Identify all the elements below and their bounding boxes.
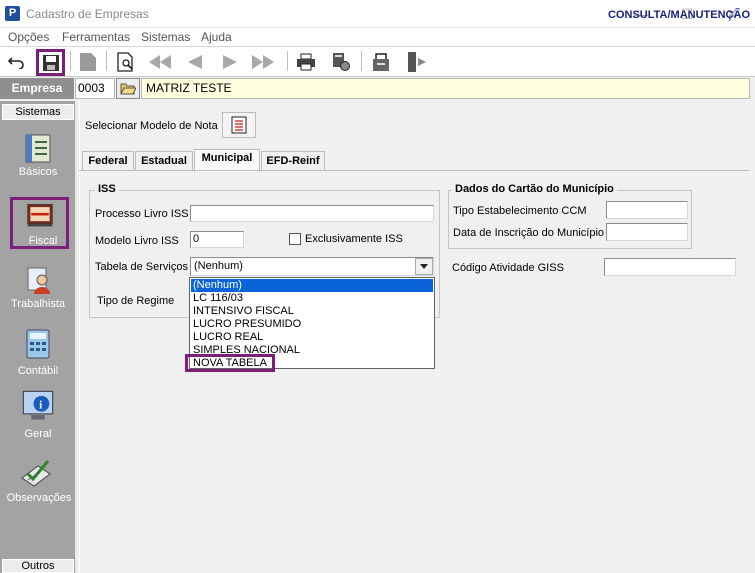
tab-efd-reinf[interactable]: EFD-Reinf	[261, 151, 325, 171]
worker-icon	[27, 267, 50, 294]
dropdown-arrow-button[interactable]	[415, 258, 433, 275]
toolbar-separator	[287, 51, 288, 71]
nova-tabela-highlight	[185, 354, 275, 372]
dropdown-option[interactable]: LUCRO REAL	[191, 331, 433, 344]
config-icon[interactable]	[329, 50, 353, 74]
next-record-icon[interactable]	[218, 50, 242, 74]
sidebar-header: Sistemas	[2, 104, 74, 120]
sidebar-item-label: Observações	[6, 492, 72, 504]
codigo-giss-label: Código Atividade GISS	[452, 262, 564, 274]
sidebar-item-fiscal[interactable]: Fiscal	[10, 197, 69, 249]
ledger-icon	[27, 204, 53, 227]
menu-ajuda[interactable]: Ajuda	[201, 30, 232, 44]
sidebar-item-label: Geral	[24, 428, 52, 440]
last-record-icon[interactable]	[251, 50, 275, 74]
data-inscricao-label: Data de Inscrição do Município	[453, 227, 605, 239]
exclusivamente-iss-label: Exclusivamente ISS	[305, 233, 403, 245]
empresa-name-field[interactable]: MATRIZ TESTE	[141, 78, 750, 99]
notes-check-icon	[21, 460, 51, 487]
sidebar-item-label: Básicos	[18, 166, 58, 178]
sidebar-footer-outros[interactable]: Outros	[2, 559, 74, 573]
processo-livro-field[interactable]	[190, 205, 434, 222]
tipo-estabelecimento-field[interactable]	[606, 201, 688, 219]
tab-municipal[interactable]: Municipal	[194, 149, 260, 172]
menu-sistemas[interactable]: Sistemas	[141, 30, 190, 44]
save-icon[interactable]	[36, 49, 65, 76]
data-inscricao-field[interactable]	[606, 223, 688, 241]
svg-text:i: i	[39, 399, 42, 411]
tipo-regime-label: Tipo de Regime	[97, 295, 175, 307]
sidebar-item-contabil[interactable]: Contábil	[2, 322, 74, 384]
document-list-icon	[231, 116, 247, 134]
modelo-livro-field[interactable]: 0	[190, 231, 244, 248]
tabela-servicos-label: Tabela de Serviços	[95, 261, 188, 273]
previous-record-icon[interactable]	[183, 50, 207, 74]
processo-livro-label: Processo Livro ISS	[95, 208, 189, 220]
modelo-nota-label: Selecionar Modelo de Nota	[85, 120, 218, 132]
menu-ferramentas[interactable]: Ferramentas	[62, 30, 130, 44]
new-document-icon[interactable]	[76, 50, 100, 74]
tab-estadual[interactable]: Estadual	[135, 151, 193, 171]
sidebar-item-label: Trabalhista	[10, 298, 65, 310]
exclusivamente-iss-checkbox[interactable]	[289, 233, 301, 245]
folder-icon	[120, 83, 136, 95]
menu-opcoes[interactable]: Opções	[8, 30, 49, 44]
printer-icon[interactable]	[294, 50, 318, 74]
sidebar-item-observacoes[interactable]: Observações	[2, 450, 74, 512]
tab-federal[interactable]: Federal	[82, 151, 134, 171]
toolbar-separator	[361, 51, 362, 71]
dropdown-option[interactable]: LC 116/03	[191, 292, 433, 305]
first-record-icon[interactable]	[148, 50, 172, 74]
dropdown-option[interactable]: INTENSIVO FISCAL	[191, 305, 433, 318]
sidebar-item-trabalhista[interactable]: Trabalhista	[2, 258, 74, 320]
empresa-code-field[interactable]: 0003	[75, 78, 115, 99]
dropdown-option[interactable]: LUCRO PRESUMIDO	[191, 318, 433, 331]
dropdown-option[interactable]: (Nenhum)	[191, 279, 433, 292]
sidebar-item-label: Fiscal	[28, 235, 58, 247]
undo-icon[interactable]	[5, 50, 29, 74]
chevron-down-icon	[420, 264, 428, 269]
print-preview-icon[interactable]	[114, 50, 138, 74]
cartao-municipio-title: Dados do Cartão do Município	[452, 183, 617, 195]
save-settings-icon[interactable]	[369, 50, 393, 74]
iss-group-title: ISS	[95, 183, 119, 195]
tabela-servicos-select[interactable]: (Nenhum)	[190, 257, 434, 276]
tipo-estabelecimento-label: Tipo Estabelecimento CCM	[453, 205, 587, 217]
sidebar-item-label: Contábil	[17, 365, 59, 377]
sidebar-item-geral[interactable]: i Geral	[2, 384, 74, 446]
codigo-giss-field[interactable]	[604, 258, 736, 276]
toolbar-separator	[106, 51, 107, 71]
mode-label: CONSULTA/MANUTENÇÃO	[608, 9, 750, 21]
modelo-livro-label: Modelo Livro ISS	[95, 235, 179, 247]
open-folder-button[interactable]	[116, 78, 140, 99]
toolbar-separator	[70, 51, 71, 71]
sidebar-item-basicos[interactable]: Básicos	[2, 126, 74, 188]
exit-icon[interactable]	[404, 50, 428, 74]
calculator-icon	[26, 329, 50, 359]
info-monitor-icon: i	[22, 390, 54, 420]
select-modelo-nota-button[interactable]	[222, 112, 256, 138]
empresa-label: Empresa	[0, 78, 74, 99]
app-logo-icon: P	[5, 6, 20, 21]
notebook-icon	[25, 134, 51, 163]
window-title: Cadastro de Empresas	[26, 7, 149, 21]
